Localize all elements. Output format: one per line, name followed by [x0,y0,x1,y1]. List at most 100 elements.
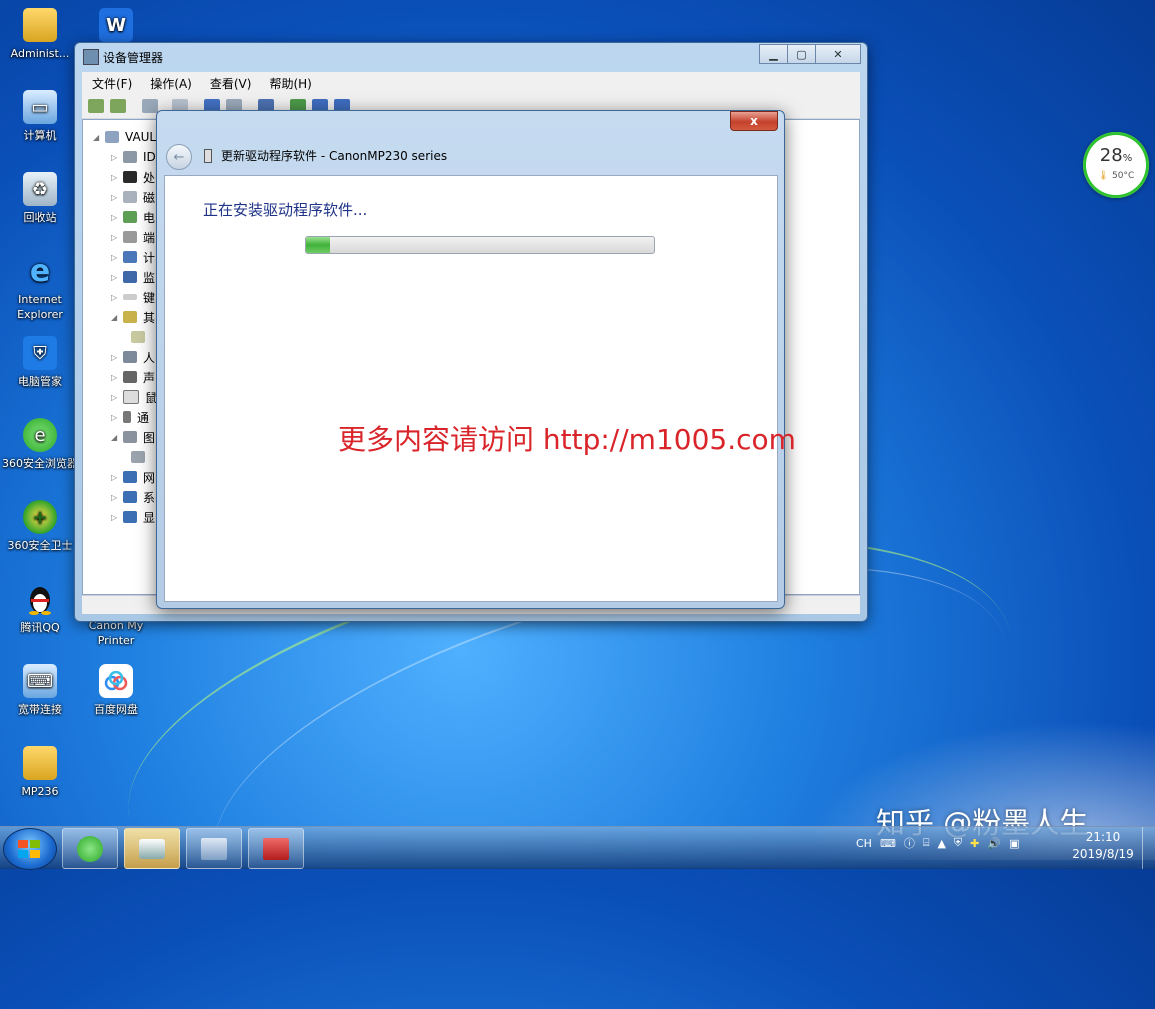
ide-controller-icon [123,151,137,163]
properties-icon[interactable] [142,99,158,113]
tree-item[interactable]: ▷ 计 [111,248,155,266]
imaging-device-icon [123,431,137,443]
window-title: 设备管理器 [103,51,164,65]
collapse-icon[interactable]: ◢ [93,133,101,142]
menu-bar: 文件(F) 操作(A) 查看(V) 帮助(H) [82,72,860,94]
tree-root[interactable]: ◢ VAUL [93,128,156,146]
shield-icon: ⛨ [23,336,57,370]
processor-icon [123,171,137,183]
show-desktop-button[interactable] [1142,827,1155,869]
display-adapter-icon [123,511,137,523]
baidu-netdisk-icon [99,664,133,698]
tree-item[interactable]: ▷ 系 [111,488,155,506]
install-progress-bar [305,236,655,254]
network-icon[interactable]: ▣ [1009,837,1019,850]
clock[interactable]: 21:10 2019/8/19 [1066,829,1140,863]
computer-icon [105,131,119,143]
360-security-icon: + [23,500,57,534]
taskbar-printer[interactable] [124,828,180,869]
taskbar-toolbox[interactable] [248,828,304,869]
keyboard-icon [123,294,137,300]
language-indicator[interactable]: CH [856,837,872,850]
tree-item[interactable]: ▷ 通 [111,408,149,426]
tree-item[interactable]: ▷ 网 [111,468,155,486]
device-manager-icon [201,837,227,860]
desktop-icon-360-security[interactable]: + 360安全卫士 [2,500,78,553]
volume-icon[interactable]: 🔊 [987,837,1001,850]
tree-item[interactable] [131,328,151,346]
dialog-content: 正在安装驱动程序软件... [164,175,778,602]
update-driver-dialog[interactable]: x ← 更新驱动程序软件 - CanonMP230 series 正在安装驱动程… [156,110,785,609]
disk-drive-icon [123,191,137,203]
close-button[interactable]: ✕ [815,44,861,64]
dialog-close-button[interactable]: x [730,111,778,131]
desktop-icon-mp236[interactable]: MP236 [2,746,78,799]
thermometer-icon: 🌡 [1097,171,1110,181]
device-manager-icon [83,49,99,65]
toolbox-icon [263,837,289,860]
cpu-percent: 28% [1099,145,1133,166]
desktop-icon-baidu-netdisk[interactable]: 百度网盘 [78,664,154,717]
hid-icon [123,351,137,363]
tree-item[interactable]: ▷ 监 [111,268,155,286]
taskbar-360-browser[interactable] [62,828,118,869]
tree-item[interactable]: ▷ 声 [111,368,155,386]
keyboard-icon[interactable]: ⌨ [880,837,896,850]
install-status-text: 正在安装驱动程序软件... [203,201,368,219]
speaker-icon [123,371,137,383]
back-arrow-icon[interactable]: ← [166,144,192,170]
tree-item[interactable] [131,448,151,466]
360-browser-icon [77,835,103,862]
folder-icon [23,8,57,42]
system-monitor-gadget[interactable]: 28% 🌡 50°C [1083,132,1149,198]
tree-item[interactable]: ▷ 人 [111,348,155,366]
tree-item[interactable]: ▷ 端 [111,228,155,246]
tree-item[interactable]: ▷ 鼠 [111,388,157,406]
taskbar-device-manager[interactable] [186,828,242,869]
menu-view[interactable]: 查看(V) [210,75,252,92]
tree-item[interactable]: ▷ ID [111,148,156,166]
system-tray: CH ⌨ ⓘ ⌸ ▲ ⛨ ✚ 🔊 ▣ [856,835,1028,851]
unknown-device-icon [131,331,145,343]
start-button[interactable] [3,828,57,870]
device-icon [204,148,212,163]
menu-action[interactable]: 操作(A) [150,75,192,92]
desktop-icon-internet-explorer[interactable]: e Internet Explorer [2,254,78,322]
desktop-icon-wps[interactable]: W [78,8,154,46]
mouse-icon [123,390,139,404]
tree-item[interactable]: ▷ 磁 [111,188,155,206]
help-icon[interactable]: ⓘ [904,835,915,851]
desktop-icon-pc-manager[interactable]: ⛨ 电脑管家 [2,336,78,389]
tree-item[interactable]: ▷ 处 [111,168,155,186]
menu-file[interactable]: 文件(F) [92,75,132,92]
desktop-icon-canon-my-printer[interactable]: Canon My Printer [78,618,154,648]
menu-help[interactable]: 帮助(H) [269,75,311,92]
back-arrow-icon[interactable] [88,99,104,113]
desktop-icon-qq[interactable]: 腾讯QQ [2,582,78,635]
tree-item[interactable]: ▷ 电 [111,208,155,226]
forward-arrow-icon[interactable] [110,99,126,113]
internet-explorer-icon: e [29,253,51,289]
tree-item[interactable]: ▷ 显 [111,508,155,526]
site-watermark: 更多内容请访问 http://m1005.com [338,423,796,456]
minimize-button[interactable]: ▁ [759,44,788,64]
ime-icon[interactable]: ⌸ [923,836,930,850]
show-hidden-icons[interactable]: ▲ [937,837,945,850]
tree-item[interactable]: ▷ 键 [111,288,155,306]
desktop-icon-administrator[interactable]: Administ... [2,8,78,61]
monitor-icon [123,271,137,283]
taskbar: CH ⌨ ⓘ ⌸ ▲ ⛨ ✚ 🔊 ▣ 21:10 2019/8/19 [0,826,1155,870]
desktop-icon-computer[interactable]: ▭ 计算机 [2,90,78,143]
progress-fill [306,237,331,253]
360-tray-icon[interactable]: ✚ [970,837,979,850]
tree-item[interactable]: ◢ 图 [111,428,155,446]
desktop-icon-recycle-bin[interactable]: ♻ 回收站 [2,172,78,225]
desktop-icon-broadband[interactable]: ⌨ 宽带连接 [2,664,78,717]
shield-icon[interactable]: ⛨ [954,836,962,850]
tree-item[interactable]: ◢ 其 [111,308,155,326]
maximize-button[interactable]: ▢ [787,44,816,64]
recycle-bin-icon: ♻ [23,172,57,206]
port-icon [123,231,137,243]
clock-time: 21:10 [1085,830,1121,844]
desktop-icon-360-browser[interactable]: e 360安全浏览器 [2,418,78,471]
